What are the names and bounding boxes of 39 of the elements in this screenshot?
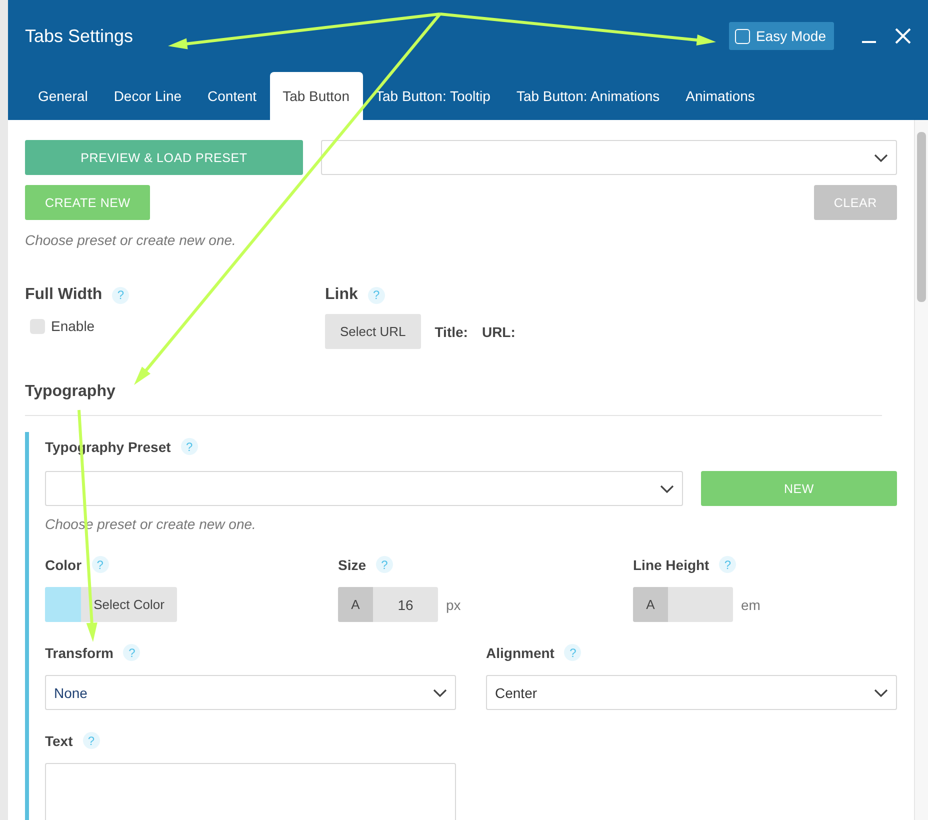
preset-select[interactable] (321, 140, 897, 175)
alignment-select[interactable]: Center (486, 675, 897, 710)
unit-text: px (446, 596, 461, 612)
tab[interactable]: Tab Button (270, 72, 362, 120)
tab[interactable]: Decor Line (100, 72, 195, 120)
field-label: Size (338, 556, 366, 572)
tab[interactable]: Content (194, 72, 270, 120)
easy-mode-toggle[interactable]: Easy Mode (728, 22, 834, 50)
tab[interactable]: Tab Button: Animations (503, 72, 673, 120)
chevron-down-icon (660, 484, 674, 492)
chevron-down-icon (874, 688, 888, 696)
url-label: URL: (482, 324, 516, 340)
select-url-button[interactable]: Select URL (325, 314, 421, 349)
transform-select[interactable]: None (45, 675, 456, 710)
chevron-down-icon (874, 154, 888, 162)
field-label: Alignment (486, 644, 554, 660)
section-label: Link (325, 286, 358, 304)
enable-checkbox[interactable]: Enable (25, 318, 325, 334)
select-color-button[interactable]: Select Color (45, 587, 177, 622)
section-label: Full Width (25, 286, 102, 304)
color-swatch (45, 587, 81, 622)
line-height-input[interactable]: A (633, 587, 733, 622)
text-input[interactable] (45, 763, 456, 820)
field-label: Color (45, 556, 82, 572)
chevron-down-icon (433, 688, 447, 696)
field-label: Line Height (633, 556, 710, 572)
tab[interactable]: Tab Button: Tooltip (362, 72, 504, 120)
unit-text: em (741, 596, 760, 612)
scrollbar[interactable] (914, 120, 928, 820)
hint-text: Choose preset or create new one. (25, 232, 237, 248)
typography-preset-select[interactable] (45, 471, 683, 506)
window-title: Tabs Settings (25, 26, 134, 46)
size-input[interactable]: A 16 (338, 587, 438, 622)
section-heading: Typography (25, 383, 116, 400)
field-label: Text (45, 732, 73, 748)
field-label: Transform (45, 644, 114, 660)
title-label: Title: (434, 324, 468, 340)
tab[interactable]: General (25, 72, 101, 120)
tab[interactable]: Animations (672, 72, 768, 120)
